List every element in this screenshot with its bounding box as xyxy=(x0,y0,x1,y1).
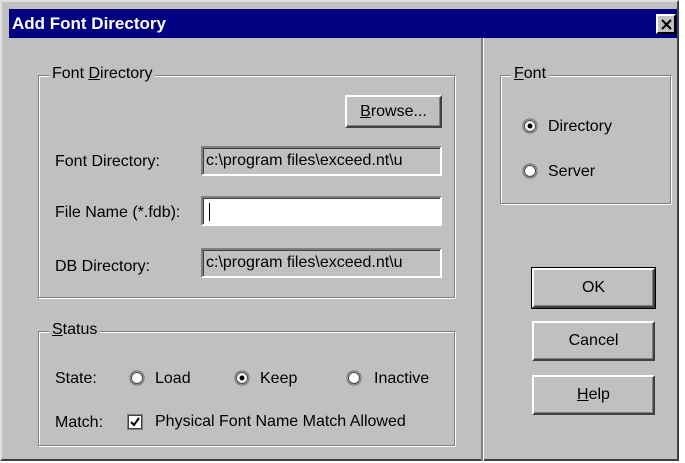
radio-inactive-label: Inactive xyxy=(374,370,430,387)
radio-load-label: Load xyxy=(155,370,191,387)
close-icon xyxy=(661,19,672,30)
cancel-button-label: Cancel xyxy=(568,332,619,349)
vertical-separator xyxy=(481,38,484,461)
db-directory-field[interactable]: c:\program files\exceed.nt\u xyxy=(201,248,442,278)
status-legend: Status xyxy=(49,321,101,339)
cancel-button[interactable]: Cancel xyxy=(532,321,655,361)
help-button-label: Help xyxy=(577,386,610,403)
font-directory-label: Font Directory: xyxy=(55,153,160,170)
ok-button[interactable]: OK xyxy=(531,267,656,309)
file-name-input[interactable] xyxy=(201,196,442,226)
radio-server-label: Server xyxy=(548,163,596,180)
font-directory-legend: Font Directory xyxy=(49,65,156,83)
help-button[interactable]: Help xyxy=(532,375,655,415)
browse-button[interactable]: Browse... xyxy=(345,95,442,128)
window-title: Add Font Directory xyxy=(12,14,166,33)
checkbox-checked-icon xyxy=(127,414,143,430)
radio-directory-label: Directory xyxy=(548,118,613,135)
db-directory-label: DB Directory: xyxy=(55,258,151,275)
title-bar: Add Font Directory xyxy=(9,9,677,38)
radio-keep-label: Keep xyxy=(260,370,298,387)
radio-load-icon xyxy=(129,370,145,386)
radio-inactive-icon xyxy=(346,370,362,386)
font-directory-field[interactable]: c:\program files\exceed.nt\u xyxy=(201,146,442,176)
radio-keep-icon xyxy=(234,370,250,386)
file-name-label: File Name (*.fdb): xyxy=(55,204,181,221)
close-button[interactable] xyxy=(656,14,676,34)
radio-directory-icon xyxy=(522,118,538,134)
match-label: Match: xyxy=(55,414,104,431)
ok-button-label: OK xyxy=(581,279,606,296)
state-label: State: xyxy=(55,370,97,387)
font-legend: Font xyxy=(511,65,550,83)
browse-button-label: Browse... xyxy=(360,103,427,120)
text-caret xyxy=(209,203,210,221)
font-group xyxy=(500,75,671,204)
match-checkbox-label: Physical Font Name Match Allowed xyxy=(155,413,406,430)
radio-server-icon xyxy=(522,163,538,179)
